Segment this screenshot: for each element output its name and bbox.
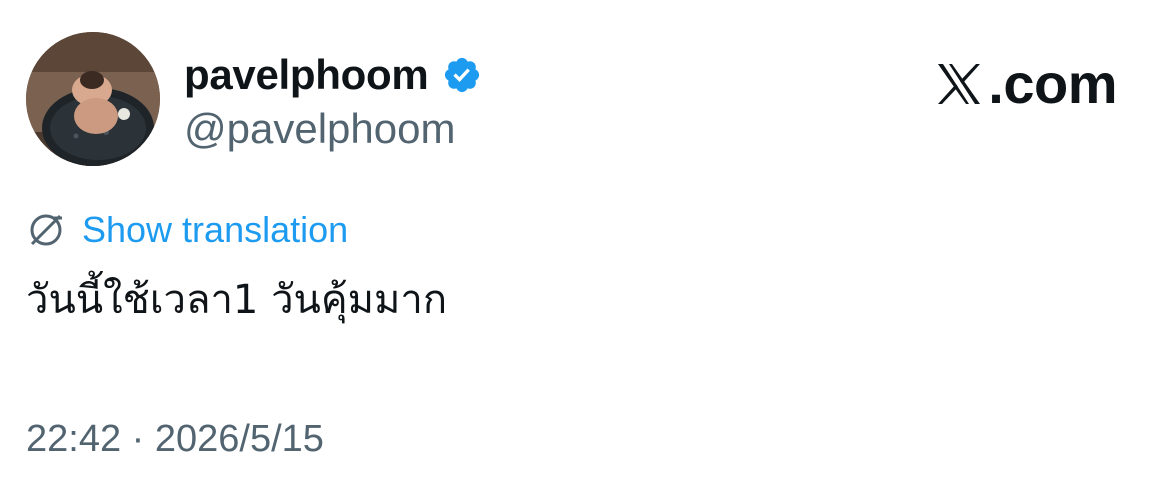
user-handle[interactable]: @pavelphoom [184, 104, 455, 154]
globe-translate-icon [26, 210, 66, 250]
translate-row[interactable]: Show translation [26, 208, 348, 252]
avatar[interactable] [26, 32, 160, 166]
display-name[interactable]: pavelphoom [184, 50, 429, 100]
name-row: pavelphoom [184, 50, 482, 100]
verified-badge-icon [442, 55, 482, 95]
profile-photo-icon [26, 32, 160, 166]
tweet-timestamp[interactable]: 22:42 · 2026/5/15 [26, 414, 324, 464]
show-translation-link[interactable]: Show translation [82, 208, 348, 252]
tweet-text: วันนี้ใช้เวลา1 วันคุ้มมาก [26, 277, 448, 323]
tweet-card: pavelphoom @pavelphoom .com Show transla… [0, 0, 1169, 501]
brand-domain-text: .com [988, 52, 1117, 115]
x-logo-icon [934, 60, 984, 108]
brand-logo: .com [934, 54, 1117, 114]
